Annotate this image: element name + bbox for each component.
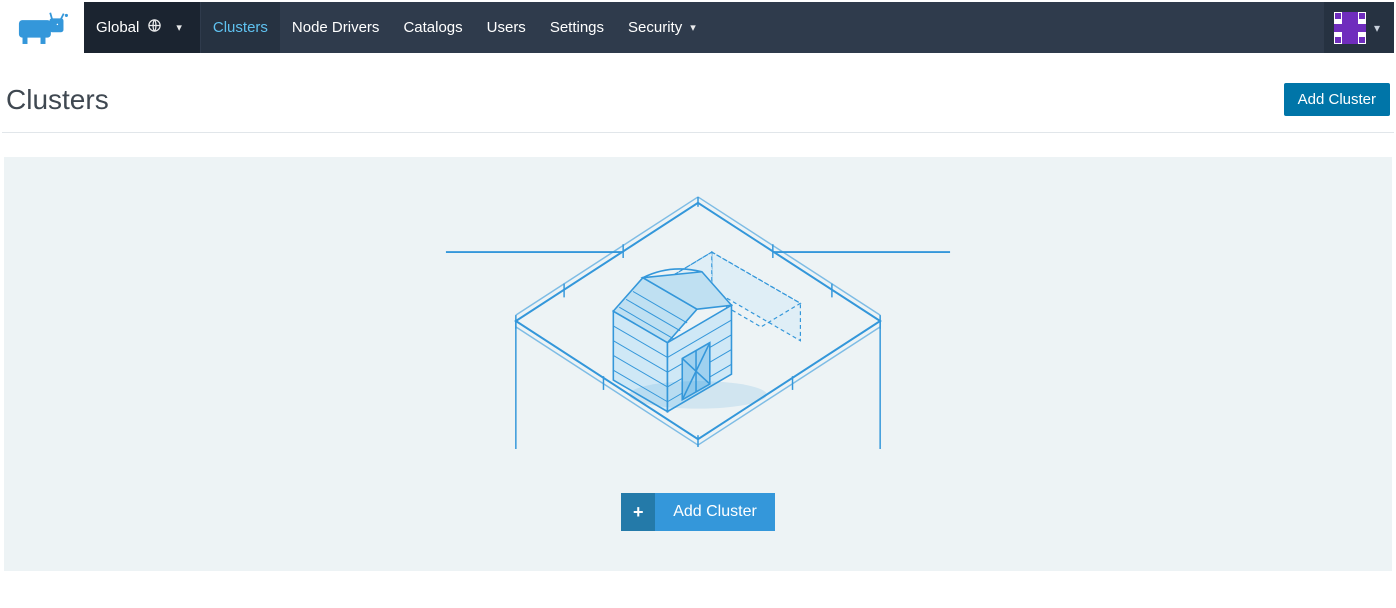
avatar	[1334, 12, 1366, 44]
empty-state-add-cluster-button[interactable]: Add Cluster	[655, 493, 775, 531]
chevron-down-icon: ▾	[1374, 21, 1380, 35]
chevron-down-icon: ▾	[690, 21, 696, 34]
nav-item-label: Node Drivers	[292, 19, 380, 36]
main-nav: Clusters Node Drivers Catalogs Users Set…	[201, 2, 708, 53]
nav-item-label: Settings	[550, 19, 604, 36]
top-nav: Global ▾ Clusters Node Drivers Catalogs …	[2, 2, 1394, 53]
nav-settings[interactable]: Settings	[538, 2, 616, 53]
nav-users[interactable]: Users	[475, 2, 538, 53]
brand-logo[interactable]	[2, 2, 84, 53]
nav-item-label: Catalogs	[403, 19, 462, 36]
globe-icon	[147, 18, 162, 37]
nav-security[interactable]: Security ▾	[616, 2, 708, 53]
add-cluster-button[interactable]: Add Cluster	[1284, 83, 1390, 116]
nav-item-label: Security	[628, 19, 682, 36]
farm-illustration	[442, 193, 954, 449]
scope-selector[interactable]: Global ▾	[84, 2, 201, 53]
nav-item-label: Users	[487, 19, 526, 36]
chevron-down-icon: ▾	[176, 21, 182, 34]
page-header: Clusters Add Cluster	[2, 53, 1394, 133]
cow-icon	[13, 10, 73, 46]
empty-state-panel: + Add Cluster	[4, 157, 1392, 571]
page-title: Clusters	[6, 84, 109, 116]
empty-state-add-row: + Add Cluster	[621, 493, 775, 531]
nav-catalogs[interactable]: Catalogs	[391, 2, 474, 53]
user-menu[interactable]: ▾	[1324, 2, 1394, 53]
nav-node-drivers[interactable]: Node Drivers	[280, 2, 392, 53]
nav-clusters[interactable]: Clusters	[201, 2, 280, 53]
empty-state-illustration	[442, 193, 954, 449]
nav-item-label: Clusters	[213, 19, 268, 36]
scope-label: Global	[96, 19, 139, 36]
plus-icon[interactable]: +	[621, 493, 655, 531]
